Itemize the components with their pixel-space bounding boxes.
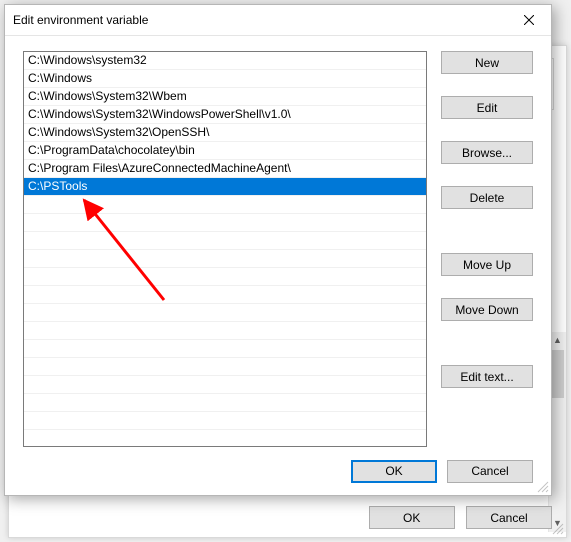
ok-button[interactable]: OK xyxy=(351,460,437,483)
parent-ok-button[interactable]: OK xyxy=(369,506,455,529)
move-down-button[interactable]: Move Down xyxy=(441,298,533,321)
dialog-footer: OK Cancel xyxy=(5,447,551,495)
path-row[interactable] xyxy=(24,394,426,412)
path-row[interactable] xyxy=(24,250,426,268)
move-up-button[interactable]: Move Up xyxy=(441,253,533,276)
path-row[interactable]: C:\Windows\System32\OpenSSH\ xyxy=(24,124,426,142)
path-row[interactable] xyxy=(24,376,426,394)
path-row[interactable] xyxy=(24,304,426,322)
path-row[interactable]: C:\Windows\System32\WindowsPowerShell\v1… xyxy=(24,106,426,124)
path-row[interactable] xyxy=(24,412,426,430)
path-row[interactable]: C:\Windows xyxy=(24,70,426,88)
path-row[interactable] xyxy=(24,286,426,304)
cancel-button[interactable]: Cancel xyxy=(447,460,533,483)
path-row[interactable]: C:\Windows\System32\Wbem xyxy=(24,88,426,106)
browse-button[interactable]: Browse... xyxy=(441,141,533,164)
path-row[interactable] xyxy=(24,322,426,340)
path-row[interactable] xyxy=(24,340,426,358)
parent-cancel-button[interactable]: Cancel xyxy=(466,506,552,529)
dialog-resize-grip-icon[interactable] xyxy=(535,479,549,493)
path-row[interactable] xyxy=(24,268,426,286)
edit-button[interactable]: Edit xyxy=(441,96,533,119)
path-row[interactable] xyxy=(24,196,426,214)
edit-text-button[interactable]: Edit text... xyxy=(441,365,533,388)
path-row[interactable] xyxy=(24,358,426,376)
path-row[interactable] xyxy=(24,430,426,447)
path-row[interactable]: C:\Program Files\AzureConnectedMachineAg… xyxy=(24,160,426,178)
path-row[interactable]: C:\ProgramData\chocolatey\bin xyxy=(24,142,426,160)
path-row[interactable]: C:\PSTools xyxy=(24,178,426,196)
side-button-column: New Edit Browse... Delete Move Up Move D… xyxy=(441,51,533,447)
path-row[interactable]: C:\Windows\system32 xyxy=(24,52,426,70)
resize-grip-icon[interactable] xyxy=(550,521,564,535)
new-button[interactable]: New xyxy=(441,51,533,74)
path-listbox[interactable]: C:\Windows\system32C:\WindowsC:\Windows\… xyxy=(23,51,427,447)
path-row[interactable] xyxy=(24,232,426,250)
titlebar: Edit environment variable xyxy=(5,5,551,36)
scroll-thumb[interactable] xyxy=(551,350,564,398)
delete-button[interactable]: Delete xyxy=(441,186,533,209)
dialog-title: Edit environment variable xyxy=(5,13,506,27)
path-row[interactable] xyxy=(24,214,426,232)
edit-env-var-dialog: Edit environment variable C:\Windows\sys… xyxy=(4,4,552,496)
close-button[interactable] xyxy=(506,5,551,35)
close-icon xyxy=(524,15,534,25)
